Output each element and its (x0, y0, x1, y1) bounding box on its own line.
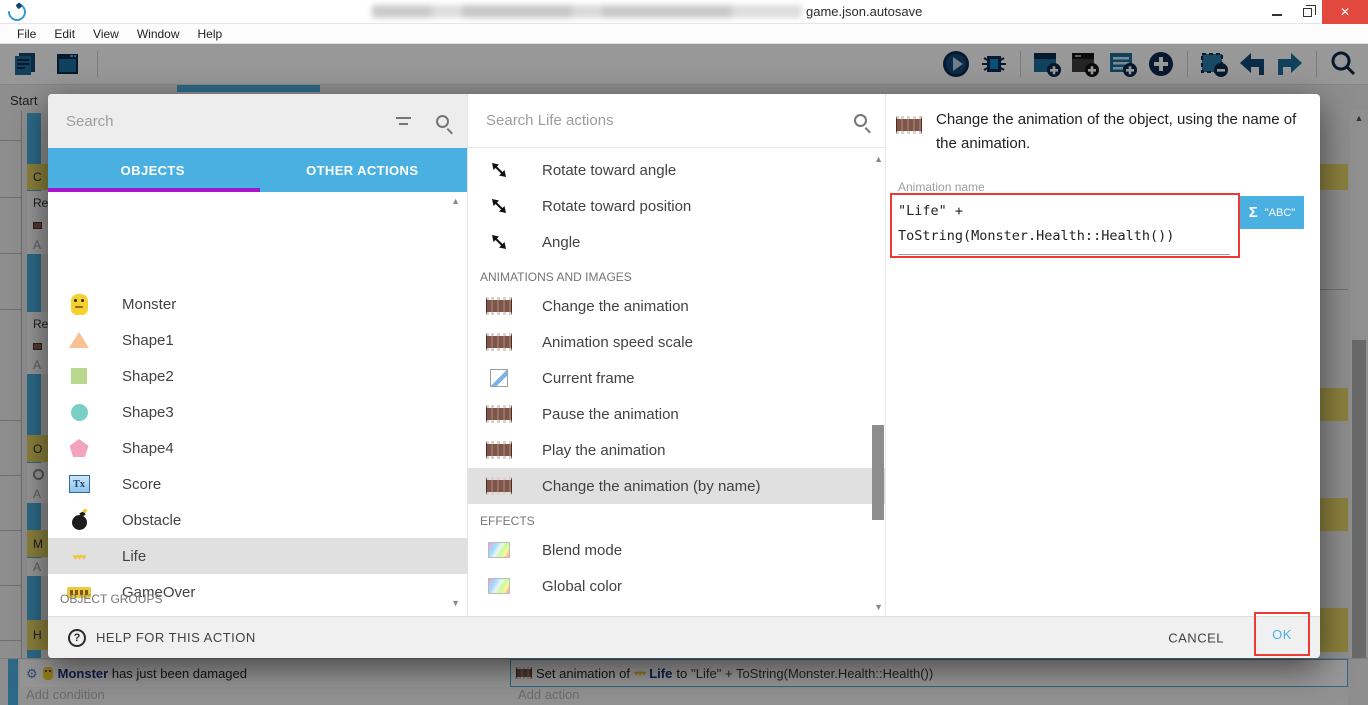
ok-button[interactable]: OK (1272, 627, 1292, 642)
action-row[interactable]: Global color (468, 568, 885, 604)
search-icon[interactable] (854, 114, 867, 127)
object-tabs: OBJECTS OTHER ACTIONS (48, 148, 467, 192)
object-groups-header: OBJECT GROUPS (60, 592, 163, 606)
highlight-rectangle-ok: OK (1254, 612, 1310, 656)
teal-circle-icon (70, 403, 88, 421)
film-strip-icon (486, 405, 512, 423)
minimize-button[interactable] (1262, 0, 1292, 24)
action-row[interactable]: Blend mode (468, 532, 885, 568)
action-row[interactable]: Current frame (468, 360, 885, 396)
menu-window[interactable]: Window (128, 27, 189, 41)
actions-panel: Rotate toward angle Rotate toward positi… (468, 94, 886, 658)
menu-view[interactable]: View (84, 27, 128, 41)
active-tab-underline (48, 188, 260, 192)
three-hearts-icon (72, 547, 85, 565)
action-row[interactable]: Angle (468, 224, 885, 260)
blend-gradient-icon (488, 542, 510, 558)
rotate-arrow-icon (492, 163, 506, 177)
green-square-icon (71, 368, 87, 384)
rotate-arrow-icon (492, 235, 506, 249)
film-strip-icon (486, 441, 512, 459)
help-link[interactable]: HELP FOR THIS ACTION (96, 630, 256, 645)
title-bar: game.json.autosave ✕ (0, 0, 1368, 25)
menu-help[interactable]: Help (189, 27, 232, 41)
scrollbar-thumb[interactable] (872, 425, 884, 520)
help-icon: ? (68, 628, 86, 647)
object-row-score[interactable]: Score (48, 466, 467, 502)
action-row[interactable]: Rotate toward angle (468, 152, 885, 188)
object-row-shape4[interactable]: Shape4 (48, 430, 467, 466)
action-search-input[interactable] (486, 112, 854, 129)
film-strip-icon (486, 333, 512, 351)
action-row-change-animation-by-name[interactable]: Change the animation (by name) (468, 468, 885, 504)
action-search-row (468, 94, 885, 148)
gdevelop-logo-icon (4, 0, 30, 25)
sigma-icon: Σ (1248, 204, 1258, 221)
action-row[interactable]: Pause the animation (468, 396, 885, 432)
menu-file[interactable]: File (8, 27, 45, 41)
object-search-row (48, 94, 467, 148)
blurred-title-region (372, 5, 802, 18)
action-row[interactable]: Animation speed scale (468, 324, 885, 360)
action-editor-dialog: OBJECTS OTHER ACTIONS Monster Shape1 Sha… (48, 94, 1320, 658)
menu-bar: File Edit View Window Help (0, 24, 1368, 44)
film-strip-icon (896, 116, 922, 134)
object-row-shape3[interactable]: Shape3 (48, 394, 467, 430)
menu-edit[interactable]: Edit (45, 27, 84, 41)
scroll-up-icon[interactable]: ▲ (451, 196, 460, 206)
text-object-icon (68, 475, 90, 493)
action-parameters-panel: Change the animation of the object, usin… (886, 94, 1320, 658)
rotate-arrow-icon (492, 199, 506, 213)
search-icon[interactable] (436, 114, 449, 128)
monster-sprite-icon (70, 293, 88, 315)
restore-icon (1302, 4, 1316, 17)
action-row[interactable]: Play the animation (468, 432, 885, 468)
action-list: Rotate toward angle Rotate toward positi… (468, 148, 885, 616)
expression-editor-button[interactable]: Σ "ABC" (1240, 196, 1304, 229)
tab-other-actions[interactable]: OTHER ACTIONS (258, 148, 468, 192)
window-title: game.json.autosave (806, 4, 923, 19)
close-button[interactable]: ✕ (1322, 0, 1368, 24)
object-row-life[interactable]: Life (48, 538, 467, 574)
object-search-input[interactable] (66, 112, 396, 130)
animation-name-label: Animation name (898, 180, 985, 194)
object-row-shape1[interactable]: Shape1 (48, 322, 467, 358)
action-description: Change the animation of the object, usin… (936, 111, 1297, 152)
scroll-down-icon[interactable]: ▼ (451, 598, 460, 608)
cancel-button[interactable]: CANCEL (1160, 624, 1232, 651)
object-row-shape2[interactable]: Shape2 (48, 358, 467, 394)
bomb-icon (71, 508, 87, 530)
tab-objects[interactable]: OBJECTS (48, 148, 258, 192)
restore-button[interactable] (1292, 0, 1322, 24)
objects-panel: OBJECTS OTHER ACTIONS Monster Shape1 Sha… (48, 94, 468, 658)
scroll-down-icon[interactable]: ▼ (874, 602, 883, 612)
scroll-up-icon[interactable]: ▲ (874, 154, 883, 164)
filter-icon[interactable] (396, 115, 414, 127)
animation-name-field[interactable]: "Life" + ToString(Monster.Health::Health… (898, 199, 1230, 255)
frame-page-icon (490, 369, 508, 387)
dialog-footer: ? HELP FOR THIS ACTION CANCEL (48, 616, 1320, 658)
action-section-header: ANIMATIONS AND IMAGES (480, 270, 632, 284)
action-row[interactable]: Change the animation (468, 288, 885, 324)
object-list: Monster Shape1 Shape2 Shape3 Shape4 Scor… (48, 286, 467, 616)
pink-pentagon-icon (69, 439, 89, 457)
object-row-obstacle[interactable]: Obstacle (48, 502, 467, 538)
film-strip-icon (486, 477, 512, 495)
object-row-monster[interactable]: Monster (48, 286, 467, 322)
action-row[interactable]: Rotate toward position (468, 188, 885, 224)
action-section-header: EFFECTS (480, 514, 535, 528)
orange-triangle-icon (69, 332, 89, 348)
minimize-icon (1272, 14, 1282, 16)
film-strip-icon (486, 297, 512, 315)
blend-gradient-icon (488, 578, 510, 594)
